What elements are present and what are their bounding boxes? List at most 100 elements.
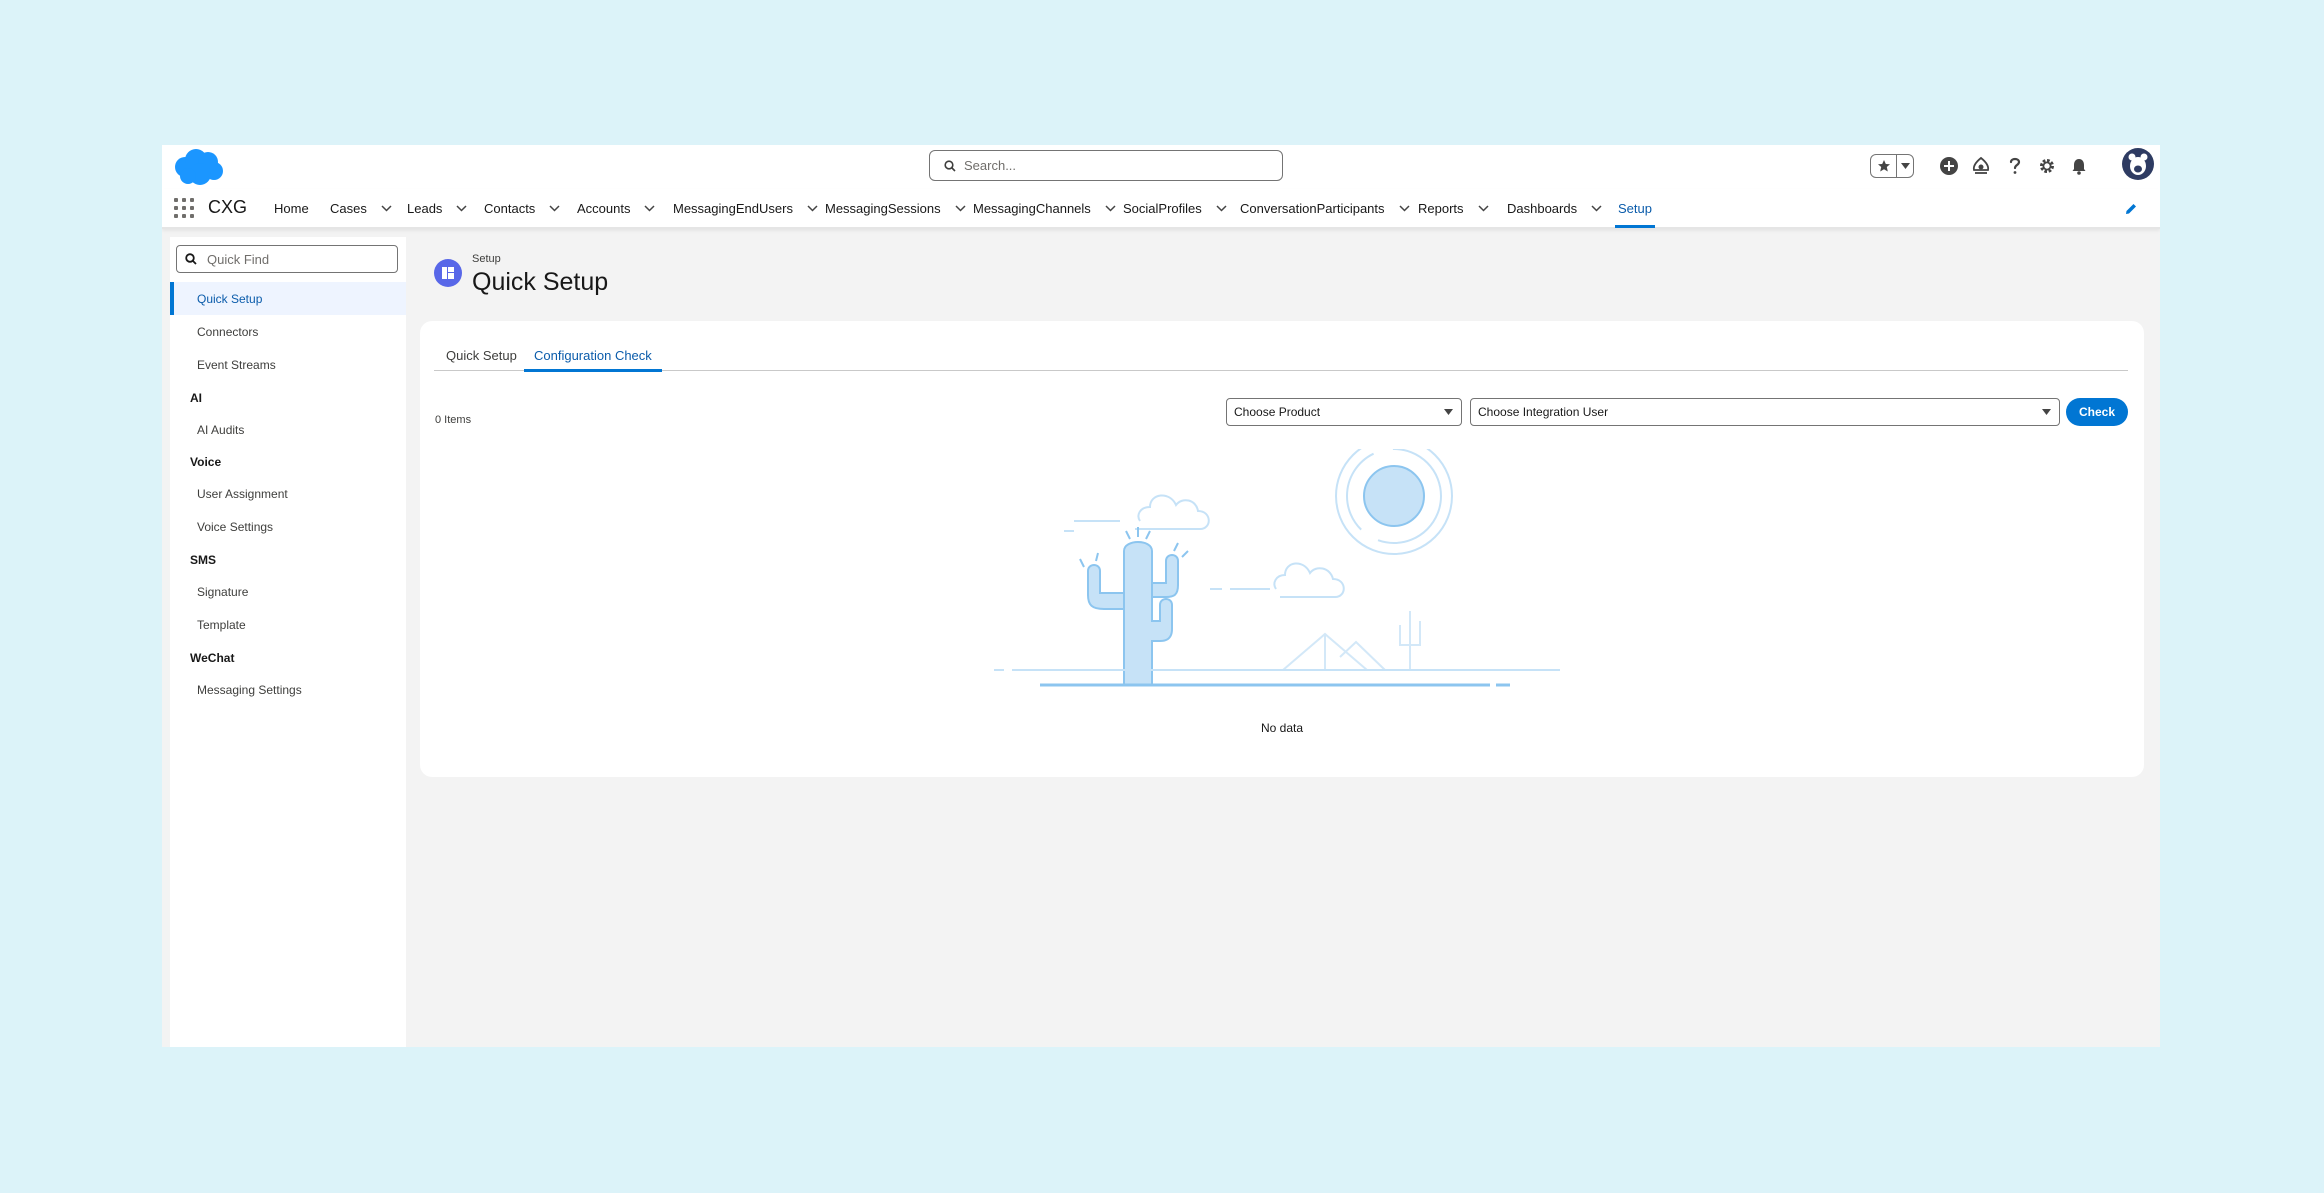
nav-item-messagingendusers[interactable]: MessagingEndUsers [673, 189, 818, 227]
product-select[interactable]: Choose Product [1226, 398, 1462, 426]
nav-item-label: Dashboards [1507, 200, 1578, 216]
nav-item-label: MessagingChannels [973, 200, 1091, 216]
sidebar-item-quick-setup[interactable]: Quick Setup [170, 282, 406, 315]
nav-item-label: Leads [407, 200, 443, 216]
nav-item-label: Cases [330, 200, 367, 216]
main-card: Quick Setup Configuration Check 0 Items … [420, 321, 2144, 777]
star-icon[interactable] [1871, 155, 1897, 177]
nav-item-messagingchannels[interactable]: MessagingChannels [973, 189, 1116, 227]
sidebar-section-ai: AI [190, 391, 202, 405]
chevron-down-icon[interactable] [1591, 204, 1602, 212]
sidebar-item-connectors[interactable]: Connectors [170, 315, 406, 348]
sidebar-section-voice: Voice [190, 455, 222, 469]
tab-configuration-check[interactable]: Configuration Check [524, 339, 662, 372]
global-header: Search... [162, 145, 2160, 189]
notification-bell-icon[interactable] [2064, 151, 2094, 181]
sidebar-item-label: Signature [197, 584, 249, 599]
search-icon [944, 159, 956, 172]
page-title: Quick Setup [472, 268, 609, 296]
salesforce-logo[interactable] [170, 147, 226, 187]
nav-item-label: MessagingEndUsers [673, 200, 793, 216]
sidebar-item-messaging-settings[interactable]: Messaging Settings [170, 673, 406, 706]
app-name: CXG [208, 197, 248, 217]
nav-item-label: SocialProfiles [1123, 200, 1202, 216]
sidebar-item-label: Template [197, 617, 246, 632]
chevron-down-icon[interactable] [1216, 204, 1227, 212]
nav-item-label: Accounts [577, 200, 631, 216]
sidebar-item-event-streams[interactable]: Event Streams [170, 348, 406, 381]
nav-item-label: Home [274, 200, 309, 216]
breadcrumb[interactable]: Setup [472, 253, 501, 265]
nav-item-contacts[interactable]: Contacts [484, 189, 560, 227]
app-window: Search... CXG Home Cases Leads Contacts … [162, 145, 2160, 1047]
caret-down-icon [1444, 409, 1453, 415]
chevron-down-icon[interactable] [456, 204, 467, 212]
empty-state-desert-illustration [994, 449, 1560, 687]
tab-label: Quick Setup [446, 347, 517, 363]
add-icon[interactable] [1934, 151, 1964, 181]
sidebar-item-signature[interactable]: Signature [170, 575, 406, 608]
nav-item-socialprofiles[interactable]: SocialProfiles [1123, 189, 1227, 227]
navigation-bar: CXG Home Cases Leads Contacts Accounts M… [162, 189, 2160, 229]
check-button[interactable]: Check [2066, 398, 2128, 426]
tab-bar: Quick Setup Configuration Check [434, 339, 2128, 372]
empty-state-text: No data [1260, 721, 1304, 735]
nav-item-cases[interactable]: Cases [330, 189, 392, 227]
sidebar-section-wechat: WeChat [190, 651, 235, 665]
nav-item-accounts[interactable]: Accounts [577, 189, 656, 227]
nav-item-leads[interactable]: Leads [407, 189, 467, 227]
chevron-down-icon[interactable] [381, 204, 392, 212]
sidebar-item-label: Connectors [197, 324, 259, 339]
nav-item-setup[interactable]: Setup [1615, 189, 1655, 228]
nav-item-messagingsessions[interactable]: MessagingSessions [825, 189, 966, 227]
quick-find-placeholder: Quick Find [207, 251, 270, 267]
sidebar-item-label: AI Audits [197, 422, 245, 437]
integration-user-select-value: Choose Integration User [1478, 405, 1609, 419]
chevron-down-icon[interactable] [955, 204, 966, 212]
nav-item-label: Reports [1418, 200, 1464, 216]
sidebar-item-label: Messaging Settings [197, 682, 302, 697]
tab-label: Configuration Check [534, 347, 652, 363]
product-select-value: Choose Product [1234, 405, 1321, 419]
quick-find-input[interactable]: Quick Find [176, 245, 398, 273]
sidebar-item-label: Quick Setup [197, 291, 263, 306]
global-search-input[interactable]: Search... [929, 150, 1283, 181]
nav-item-conversationparticipants[interactable]: ConversationParticipants [1240, 189, 1410, 227]
app-launcher-icon[interactable] [174, 198, 194, 218]
help-icon[interactable] [2000, 151, 2030, 181]
quick-setup-page-icon [434, 259, 462, 287]
nav-item-label: MessagingSessions [825, 200, 941, 216]
nav-item-reports[interactable]: Reports [1418, 189, 1489, 227]
gear-icon[interactable] [2032, 151, 2062, 181]
setup-sidebar: Quick Find Quick Setup Connectors Event … [170, 237, 406, 1047]
nav-item-dashboards[interactable]: Dashboards [1507, 189, 1602, 227]
items-count: 0 Items [435, 414, 472, 426]
nav-item-label: ConversationParticipants [1240, 200, 1385, 216]
search-placeholder: Search... [964, 158, 1017, 173]
chevron-down-icon[interactable] [644, 204, 656, 212]
sidebar-section-sms: SMS [190, 553, 217, 567]
sidebar-item-label: Event Streams [197, 357, 276, 372]
sidebar-item-label: Voice Settings [197, 519, 274, 534]
caret-down-icon [2042, 409, 2051, 415]
favorites-dropdown-icon[interactable] [1897, 163, 1913, 169]
sidebar-item-voice-settings[interactable]: Voice Settings [170, 510, 406, 543]
nav-item-home[interactable]: Home [274, 189, 309, 227]
chevron-down-icon[interactable] [549, 204, 560, 212]
nav-item-label: Contacts [484, 200, 536, 216]
edit-nav-pencil-icon[interactable] [2124, 202, 2138, 216]
chevron-down-icon[interactable] [1478, 204, 1489, 212]
tab-quick-setup[interactable]: Quick Setup [446, 339, 517, 371]
sidebar-item-ai-audits[interactable]: AI Audits [170, 413, 406, 446]
trailhead-icon[interactable] [1966, 151, 1996, 181]
sidebar-item-user-assignment[interactable]: User Assignment [170, 477, 406, 510]
sidebar-item-template[interactable]: Template [170, 608, 406, 641]
integration-user-select[interactable]: Choose Integration User [1470, 398, 2060, 426]
chevron-down-icon[interactable] [1105, 204, 1116, 212]
chevron-down-icon[interactable] [1399, 204, 1410, 212]
chevron-down-icon[interactable] [807, 204, 818, 212]
user-avatar[interactable] [2122, 148, 2154, 180]
nav-item-label: Setup [1618, 200, 1652, 216]
favorites-button[interactable] [1870, 154, 1914, 178]
search-icon [185, 253, 197, 265]
